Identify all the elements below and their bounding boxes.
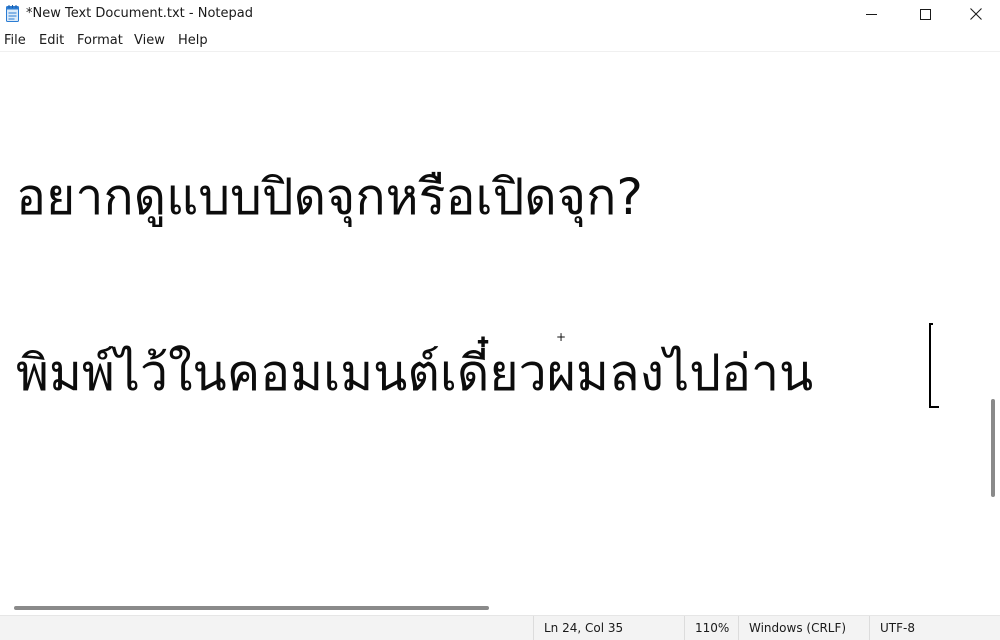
vertical-scroll-thumb[interactable]: [991, 399, 995, 497]
horizontal-scrollbar[interactable]: [0, 601, 986, 615]
horizontal-scroll-thumb[interactable]: [14, 606, 489, 610]
menu-view[interactable]: View: [134, 33, 165, 48]
text-line-2[interactable]: พิมพ์ไว้ในคอมเมนต์เดี๋ยวผมลงไปอ่าน: [16, 348, 813, 398]
notepad-window: *New Text Document.txt - Notepad File Ed…: [0, 0, 1000, 640]
title-bar[interactable]: *New Text Document.txt - Notepad: [0, 0, 1000, 28]
text-caret: [929, 324, 931, 408]
notepad-icon: [6, 5, 19, 22]
scrollbar-corner: [986, 601, 1000, 615]
menu-edit[interactable]: Edit: [39, 33, 64, 48]
vertical-scrollbar[interactable]: [986, 52, 1000, 601]
text-caret-bottom: [929, 406, 939, 408]
close-icon: [970, 8, 982, 20]
window-title: *New Text Document.txt - Notepad: [26, 6, 253, 21]
menu-file[interactable]: File: [4, 33, 26, 48]
minimize-icon: [865, 9, 877, 20]
minimize-button[interactable]: [846, 0, 896, 28]
status-zoom: 110%: [684, 616, 738, 640]
menu-format[interactable]: Format: [77, 33, 123, 48]
status-cursor-position: Ln 24, Col 35: [533, 616, 684, 640]
maximize-icon: [919, 8, 931, 20]
maximize-button[interactable]: [900, 0, 950, 28]
menu-bar: File Edit Format View Help: [0, 29, 1000, 52]
status-line-ending: Windows (CRLF): [738, 616, 869, 640]
close-button[interactable]: [951, 0, 1000, 28]
status-encoding: UTF-8: [869, 616, 1000, 640]
menu-help[interactable]: Help: [178, 33, 208, 48]
text-editor[interactable]: อยากดูแบบปิดจุกหรือเปิดจุก? พิมพ์ไว้ในคอ…: [0, 52, 986, 601]
status-bar: Ln 24, Col 35 110% Windows (CRLF) UTF-8: [0, 615, 1000, 640]
text-line-1[interactable]: อยากดูแบบปิดจุกหรือเปิดจุก?: [16, 172, 643, 222]
crosshair-cursor-icon: +: [556, 330, 567, 344]
